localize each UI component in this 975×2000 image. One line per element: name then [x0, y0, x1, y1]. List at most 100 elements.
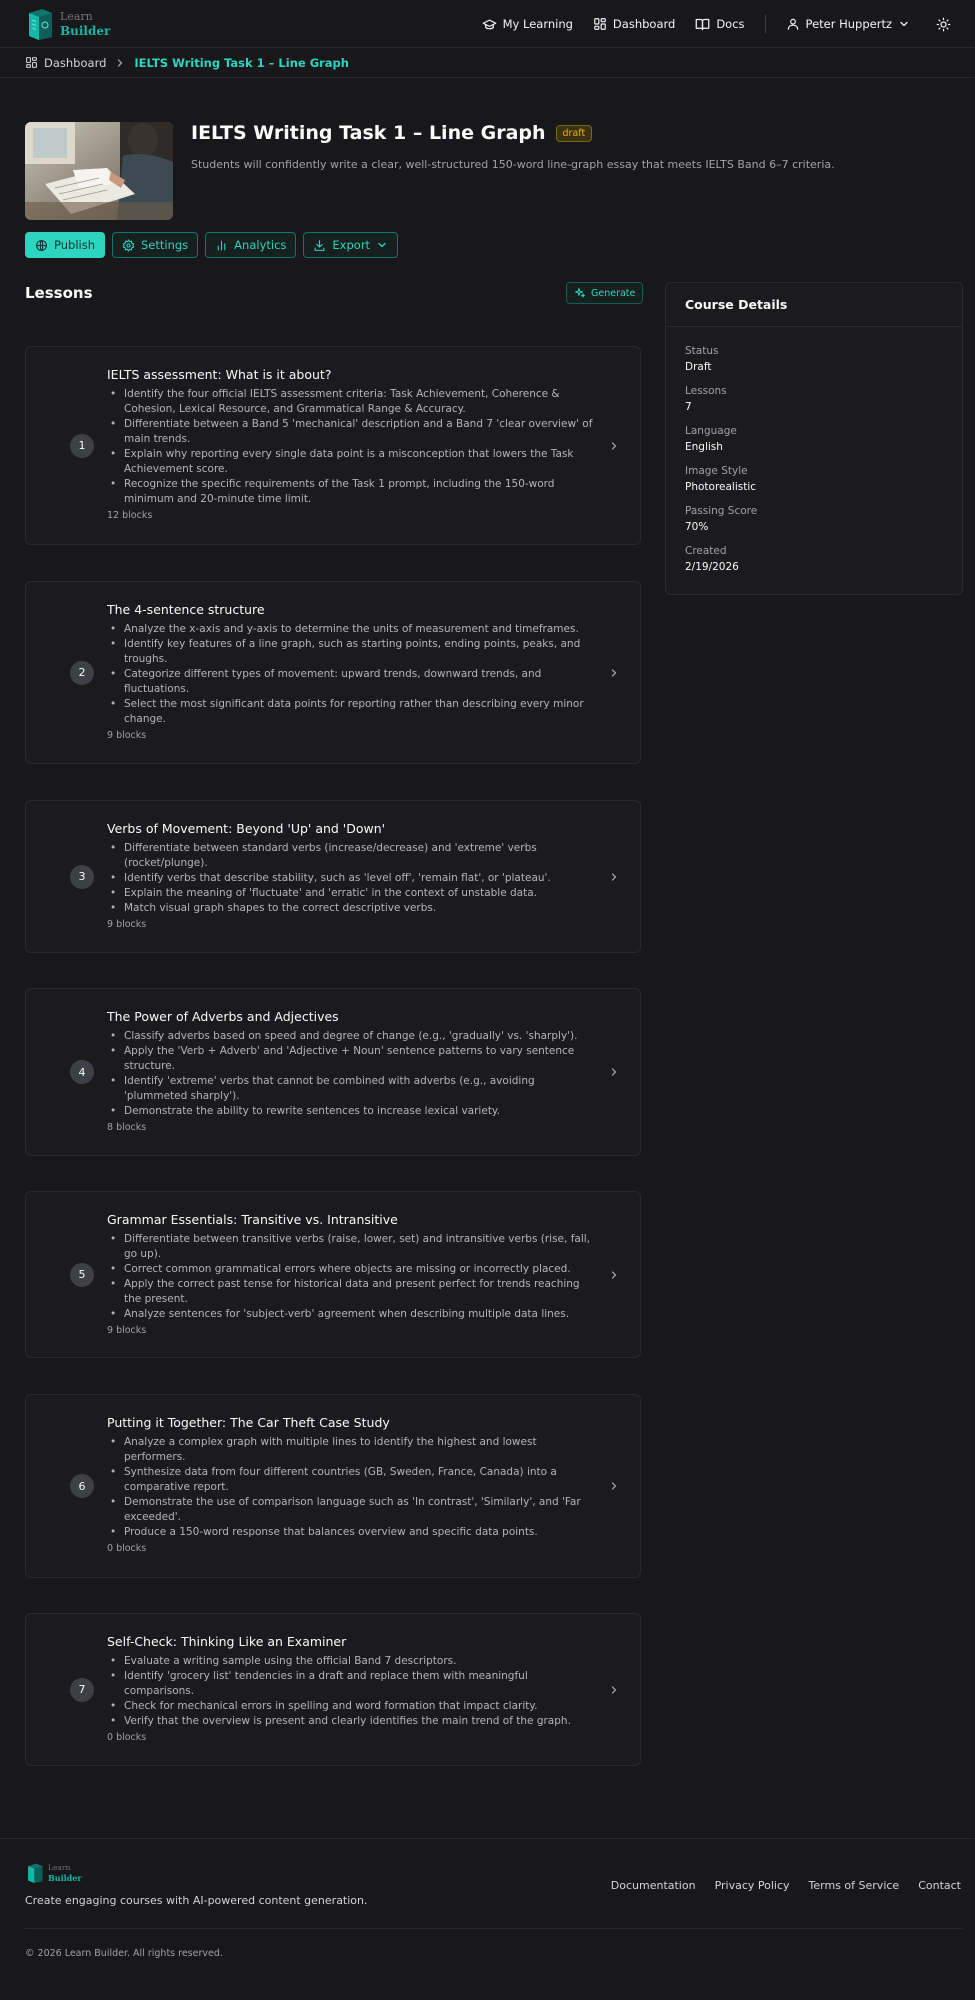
lesson-objective: Differentiate between transitive verbs (… [107, 1232, 597, 1262]
publish-button[interactable]: Publish [25, 232, 105, 258]
lesson-card[interactable]: 1 IELTS assessment: What is it about? Iden… [25, 346, 641, 545]
logo-text-builder: Builder [60, 23, 111, 38]
lesson-block-count: 0 blocks [107, 1732, 147, 1743]
export-label: Export [332, 238, 371, 252]
gear-icon [122, 238, 135, 252]
lesson-objective: Demonstrate the use of comparison langua… [107, 1495, 597, 1525]
lesson-objective: Analyze the x-axis and y-axis to determi… [107, 622, 597, 637]
lesson-title: The Power of Adverbs and Adjectives [107, 1009, 339, 1024]
user-name: Peter Huppertz [805, 17, 892, 31]
lesson-objective: Synthesize data from four different coun… [107, 1465, 597, 1495]
bar-chart-icon [217, 240, 226, 250]
detail-value: 7 [685, 401, 692, 413]
user-menu[interactable]: Peter Huppertz [786, 17, 910, 31]
lesson-objective: Analyze a complex graph with multiple li… [107, 1435, 597, 1465]
footer-logo[interactable]: Learn Builder [25, 1862, 82, 1884]
nav-dashboard[interactable]: Dashboard [593, 17, 675, 31]
footer-divider [0, 1838, 975, 1839]
logo-text-learn: Learn [60, 9, 93, 23]
lesson-card[interactable]: 3 Verbs of Movement: Beyond 'Up' and 'Dow… [25, 800, 641, 953]
lesson-card[interactable]: 4 The Power of Adverbs and Adjectives Clas… [25, 988, 641, 1156]
detail-value: 2/19/2026 [685, 561, 739, 573]
app-logo[interactable]: Learn Builder [24, 7, 110, 41]
lesson-title: Grammar Essentials: Transitive vs. Intra… [107, 1212, 398, 1227]
lesson-number: 1 [70, 433, 94, 458]
lesson-block-count: 12 blocks [107, 510, 153, 521]
lesson-block-count: 9 blocks [107, 919, 147, 930]
breadcrumb-dashboard[interactable]: Dashboard [25, 56, 106, 70]
chevron-right-icon [611, 441, 617, 450]
course-details-title: Course Details [666, 283, 962, 327]
nav-my-learning[interactable]: My Learning [482, 17, 573, 32]
lesson-objective: Differentiate between a Band 5 'mechanic… [107, 417, 597, 447]
lesson-objective: Correct common grammatical errors where … [107, 1262, 597, 1277]
lesson-objective: Categorize different types of movement: … [107, 667, 597, 697]
chevron-right-icon [611, 872, 617, 881]
lesson-objective: Explain the meaning of 'fluctuate' and '… [107, 886, 597, 901]
lesson-title: Putting it Together: The Car Theft Case … [107, 1415, 390, 1430]
detail-value: Photorealistic [685, 481, 757, 493]
nav-docs[interactable]: Docs [695, 17, 745, 32]
detail-language: Language English [685, 424, 737, 455]
footer-tagline: Create engaging courses with AI-powered … [25, 1894, 368, 1907]
generate-button[interactable]: Generate [566, 282, 644, 304]
lesson-objective: Match visual graph shapes to the correct… [107, 901, 597, 916]
lesson-objective: Select the most significant data points … [107, 697, 597, 727]
lesson-card[interactable]: 5 Grammar Essentials: Transitive vs. Intr… [25, 1191, 641, 1358]
footer-separator [25, 1928, 963, 1929]
lesson-number: 2 [70, 660, 94, 685]
lesson-title: Self-Check: Thinking Like an Examiner [107, 1634, 347, 1649]
analytics-button[interactable]: Analytics [205, 232, 297, 258]
course-title: IELTS Writing Task 1 – Line Graph [191, 122, 546, 144]
lesson-objective: Recognize the specific requirements of t… [107, 477, 597, 507]
globe-icon [36, 239, 47, 251]
chevron-right-icon [611, 1068, 617, 1076]
detail-value: English [685, 441, 723, 453]
lesson-objectives: Differentiate between standard verbs (in… [107, 841, 597, 916]
detail-label: Lessons [685, 385, 727, 397]
lesson-objective: Identify 'extreme' verbs that cannot be … [107, 1074, 597, 1104]
footer-logo-builder: Builder [48, 1873, 82, 1883]
breadcrumb: Dashboard IELTS Writing Task 1 – Line Gr… [0, 48, 975, 78]
lesson-card[interactable]: 2 The 4-sentence structure Analyze the x-a… [25, 581, 641, 764]
detail-value: 70% [685, 521, 709, 533]
breadcrumb-current: IELTS Writing Task 1 – Line Graph [134, 55, 349, 70]
lesson-card[interactable]: 7 Self-Check: Thinking Like an Examiner Ev… [25, 1613, 641, 1766]
lessons-heading: Lessons [25, 284, 93, 302]
settings-button[interactable]: Settings [112, 232, 199, 258]
footer-link-contact[interactable]: Contact [918, 1879, 961, 1892]
lesson-objective: Evaluate a writing sample using the offi… [107, 1654, 597, 1669]
generate-label: Generate [591, 287, 636, 299]
lesson-objective: Verify that the overview is present and … [107, 1714, 597, 1729]
publish-label: Publish [54, 238, 95, 252]
nav-dashboard-label: Dashboard [612, 17, 676, 31]
lesson-objectives: Identify the four official IELTS assessm… [107, 387, 597, 507]
lesson-number: 3 [70, 864, 94, 889]
lesson-objectives: Classify adverbs based on speed and degr… [107, 1029, 597, 1119]
lesson-title: The 4-sentence structure [107, 602, 265, 617]
lesson-block-count: 0 blocks [107, 1543, 147, 1554]
footer-link-privacy[interactable]: Privacy Policy [715, 1879, 790, 1892]
lesson-objectives: Differentiate between transitive verbs (… [107, 1232, 597, 1322]
user-icon [787, 18, 798, 30]
footer-link-terms[interactable]: Terms of Service [809, 1879, 900, 1892]
footer-link-documentation[interactable]: Documentation [611, 1879, 696, 1892]
chevron-down-icon [900, 21, 908, 27]
lesson-objective: Differentiate between standard verbs (in… [107, 841, 597, 871]
lesson-objective: Identify 'grocery list' tendencies in a … [107, 1669, 597, 1699]
footer-copyright: © 2026 Learn Builder. All rights reserve… [25, 1948, 223, 1959]
lesson-objective: Apply the 'Verb + Adverb' and 'Adjective… [107, 1044, 597, 1074]
chevron-right-icon [611, 1685, 617, 1694]
nav-docs-label: Docs [716, 17, 745, 31]
lesson-block-count: 9 blocks [107, 730, 147, 741]
sun-icon [936, 17, 951, 31]
dashboard-grid-icon [26, 57, 37, 68]
sparkles-icon [575, 288, 585, 298]
export-button[interactable]: Export [303, 232, 399, 258]
graduation-cap-icon [482, 19, 496, 29]
status-badge: draft [555, 124, 593, 142]
lesson-card[interactable]: 6 Putting it Together: The Car Theft Case… [25, 1394, 641, 1578]
lesson-block-count: 9 blocks [107, 1325, 147, 1336]
detail-label: Created [685, 545, 727, 557]
theme-toggle-button[interactable] [936, 17, 951, 32]
